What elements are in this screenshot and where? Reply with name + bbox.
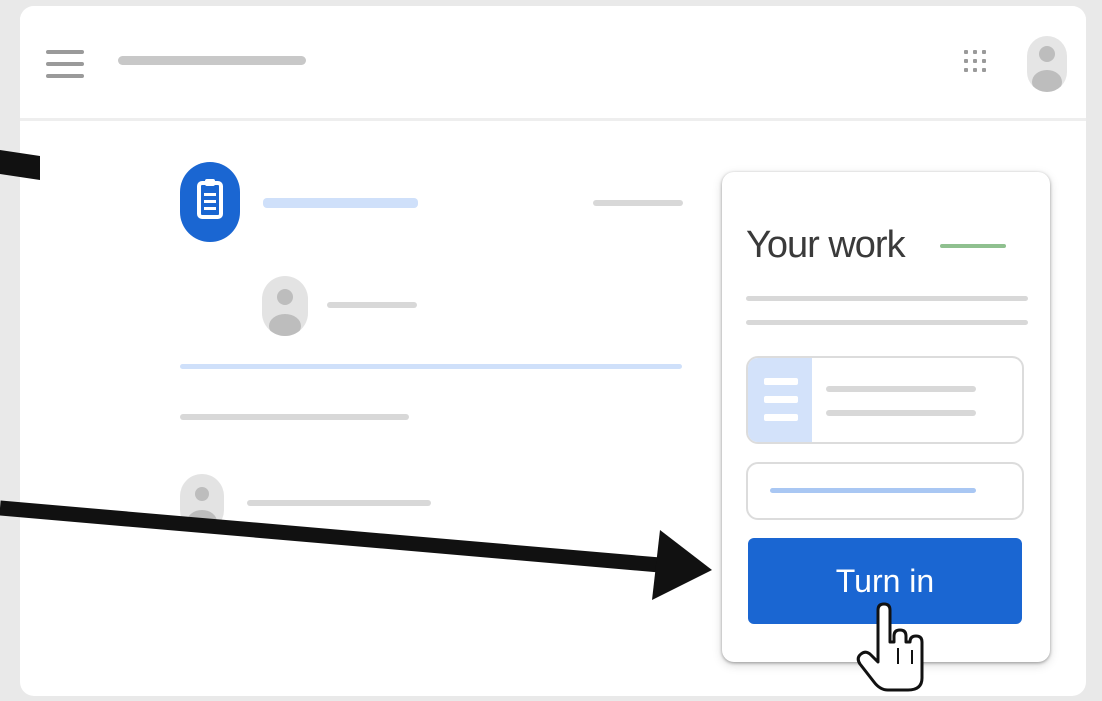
classroom-window: Your work Turn in xyxy=(20,6,1086,696)
your-work-title: Your work xyxy=(746,224,906,266)
file-type-placeholder xyxy=(826,410,976,416)
status-indicator xyxy=(940,244,1006,248)
hamburger-menu-icon[interactable] xyxy=(46,48,86,82)
top-app-bar xyxy=(20,6,1086,121)
comment-input-placeholder[interactable] xyxy=(247,500,431,506)
assignment-clipboard-icon xyxy=(180,162,240,242)
assignment-title-placeholder xyxy=(263,198,418,208)
class-title-placeholder xyxy=(118,56,306,65)
file-name-placeholder xyxy=(826,386,976,392)
add-or-create-button[interactable] xyxy=(746,462,1024,520)
add-label-placeholder xyxy=(770,488,976,493)
account-avatar-icon[interactable] xyxy=(1027,36,1067,92)
section-divider xyxy=(180,364,682,369)
assignment-due-placeholder xyxy=(593,200,683,206)
teacher-avatar-icon xyxy=(262,276,308,336)
card-text-line-2 xyxy=(746,320,1028,325)
comment-avatar-icon xyxy=(180,474,224,532)
card-text-line-1 xyxy=(746,296,1028,301)
comments-heading-placeholder xyxy=(180,414,409,420)
teacher-name-placeholder xyxy=(327,302,417,308)
attached-file[interactable] xyxy=(746,356,1024,444)
your-work-card: Your work Turn in xyxy=(722,172,1050,662)
document-icon xyxy=(748,358,812,442)
hand-pointer-cursor-icon xyxy=(856,602,924,692)
apps-grid-icon[interactable] xyxy=(962,48,992,78)
